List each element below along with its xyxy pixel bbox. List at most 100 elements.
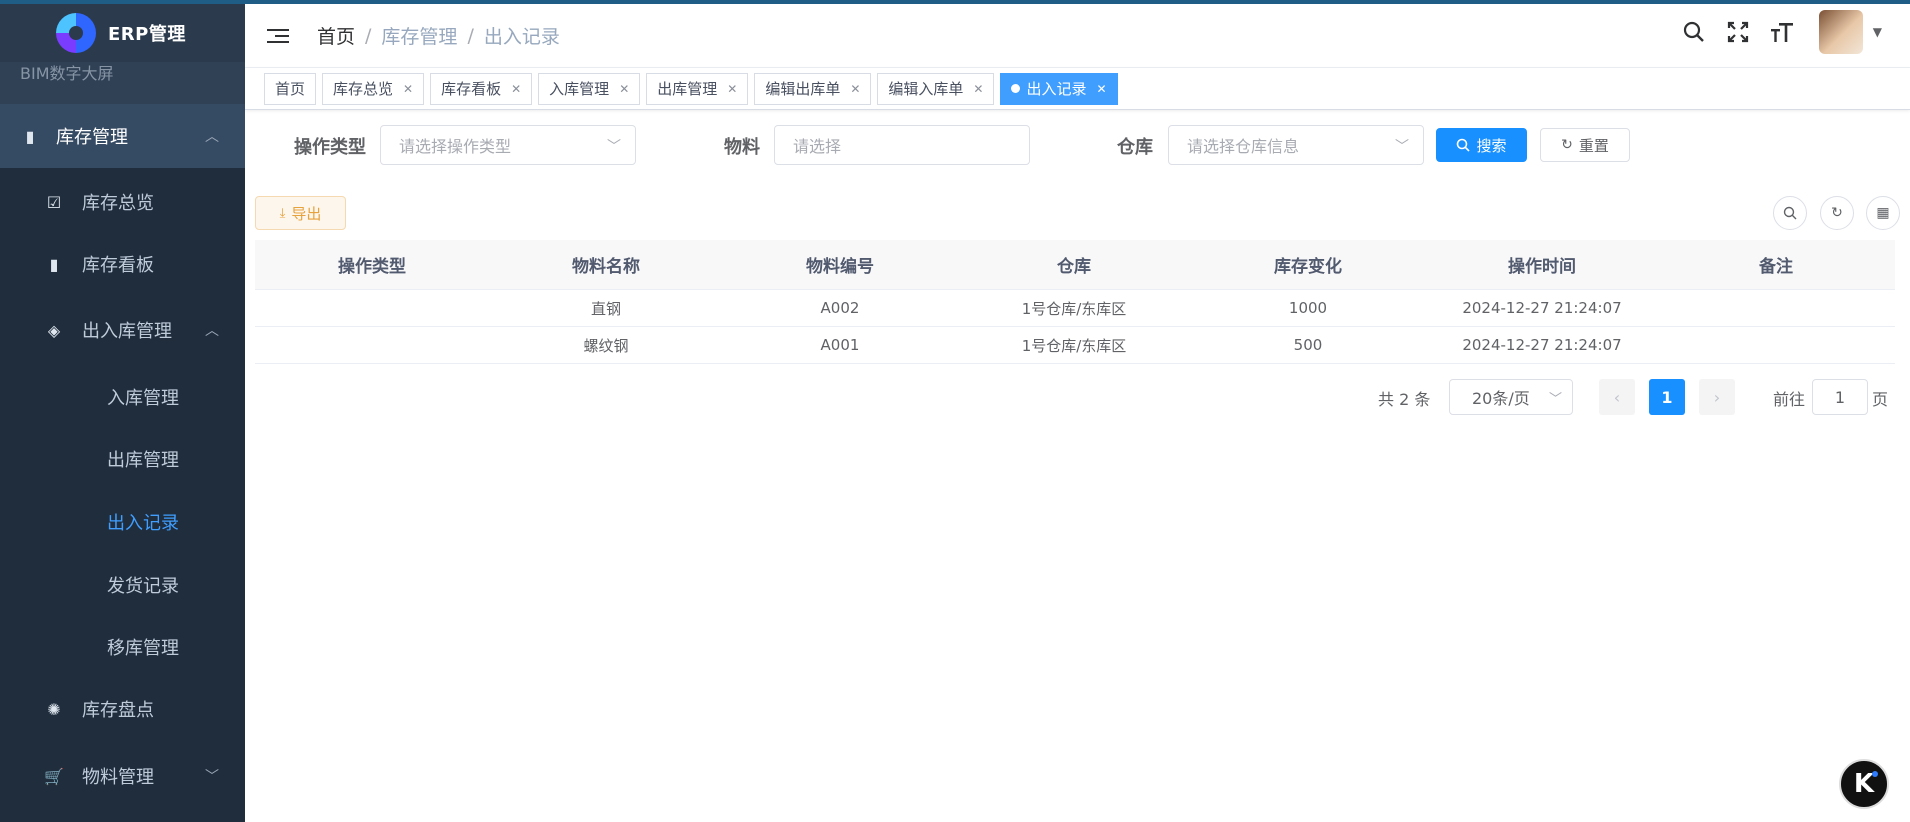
table-row[interactable]: 螺纹钢 A001 1号仓库/东库区 500 2024-12-27 21:24:0… (255, 327, 1895, 364)
refresh-button[interactable]: ↻ (1820, 196, 1854, 230)
sidebar-item-inbound[interactable]: 入库管理 (0, 371, 245, 423)
close-icon[interactable]: ✕ (727, 82, 737, 96)
tag-board[interactable]: 库存看板 ✕ (430, 72, 533, 105)
column-header: 操作类型 (338, 257, 406, 277)
sidebar-item-label: 移库管理 (107, 638, 179, 659)
table-cell: 1000 (1288, 299, 1328, 317)
chevron-right-icon: › (1713, 387, 1721, 407)
sidebar-item-shipping[interactable]: 发货记录 (0, 559, 245, 611)
table-cell: 2024-12-27 21:24:07 (1462, 299, 1622, 317)
export-button[interactable]: ⤓ 导出 (255, 196, 346, 230)
logo-icon (56, 13, 96, 53)
column-header: 库存变化 (1274, 257, 1342, 277)
tag-edit-inbound[interactable]: 编辑入库单 ✕ (877, 72, 995, 105)
tag-outbound[interactable]: 出库管理 ✕ (646, 72, 749, 105)
close-icon[interactable]: ✕ (403, 82, 413, 96)
reset-button[interactable]: ↻ 重置 (1540, 128, 1630, 162)
sidebar-item-outbound[interactable]: 出库管理 (0, 433, 245, 485)
tag-label: 编辑出库单 (765, 80, 841, 98)
sidebar-item-board[interactable]: ▮ 库存看板 (0, 238, 245, 290)
breadcrumb-item-inventory: 库存管理 (381, 26, 458, 48)
columns-button[interactable]: ▦ (1866, 196, 1900, 230)
toggle-search-button[interactable] (1773, 196, 1807, 230)
goto-page-value: 1 (1834, 387, 1846, 407)
notification-dot (1872, 771, 1878, 777)
sidebar-item-inout[interactable]: ◈ 出入库管理 ︿ (0, 304, 245, 356)
logo[interactable]: ERP管理 (0, 4, 245, 62)
sidebar-item-label: 库存总览 (82, 193, 154, 214)
page-number: 1 (1661, 387, 1673, 407)
bar-chart-icon: ▮ (25, 126, 35, 146)
tag-inbound[interactable]: 入库管理 ✕ (538, 72, 641, 105)
table-cell: 2024-12-27 21:24:07 (1462, 336, 1622, 354)
refresh-icon: ↻ (1831, 205, 1843, 221)
chevron-down-icon: ﹀ (1395, 139, 1409, 155)
breadcrumb-item-home[interactable]: 首页 (317, 22, 355, 49)
column-header: 操作时间 (1508, 257, 1576, 277)
reset-button-label: 重置 (1578, 136, 1609, 155)
tags-view: 首页 库存总览 ✕ 库存看板 ✕ 入库管理 ✕ 出库管理 ✕ 编辑出库单 ✕ 编辑入库单 ✕… (245, 68, 1910, 110)
material-input[interactable]: 请选择 (774, 125, 1030, 165)
navbar: 首页 / 库存管理 / 出入记录 ▼ (245, 4, 1910, 68)
goto-page-input[interactable]: 1 (1812, 379, 1868, 415)
op-type-label: 操作类型 (294, 137, 366, 158)
sidebar-item-label: 出库管理 (107, 450, 179, 471)
search-icon[interactable] (1681, 19, 1707, 45)
app-root: ERP管理 BIM数字大屏 ▮ 库存管理 ︿ ☑ 库存总览 ▮ 库存看板 ◈ 出… (0, 0, 1910, 822)
warehouse-label: 仓库 (1117, 137, 1153, 158)
tag-edit-outbound[interactable]: 编辑出库单 ✕ (754, 72, 872, 105)
tag-home[interactable]: 首页 (264, 72, 317, 105)
breadcrumb: 首页 / 库存管理 / 出入记录 (317, 22, 560, 49)
sidebar-item-overview[interactable]: ☑ 库存总览 (0, 176, 245, 228)
table-header: 操作类型 物料名称 物料编号 仓库 库存变化 操作时间 备注 (255, 240, 1895, 290)
next-page-button[interactable]: › (1699, 379, 1735, 415)
tag-label: 首页 (275, 80, 306, 98)
chevron-down-icon: ﹀ (1548, 392, 1562, 407)
sidebar-item-records[interactable]: 出入记录 (0, 496, 245, 548)
column-header: 备注 (1759, 257, 1793, 277)
goto-suffix: 页 (1872, 390, 1889, 409)
op-type-select[interactable]: 请选择操作类型 ﹀ (380, 125, 636, 165)
table-cell: 1号仓库/东库区 (1021, 336, 1127, 355)
sidebar-item-inventory[interactable]: ▮ 库存管理 ︿ (0, 104, 245, 168)
tag-overview[interactable]: 库存总览 ✕ (322, 72, 425, 105)
avatar[interactable] (1818, 10, 1863, 54)
warehouse-select[interactable]: 请选择仓库信息 ﹀ (1168, 125, 1424, 165)
page-size-select[interactable]: 20条/页 ﹀ (1449, 379, 1573, 415)
sidebar-item-label: 库存看板 (82, 255, 154, 276)
floating-k-button[interactable]: K (1839, 759, 1889, 809)
sidebar-item-clipped[interactable]: BIM数字大屏 (20, 60, 114, 84)
caret-down-icon[interactable]: ▼ (1873, 25, 1882, 39)
breadcrumb-separator: / (467, 24, 474, 47)
table-cell: A002 (820, 299, 860, 317)
table-cell: A001 (820, 336, 860, 354)
goto-label: 前往 (1773, 390, 1806, 409)
close-icon[interactable]: ✕ (619, 82, 629, 96)
tag-label: 出入记录 (1026, 80, 1087, 98)
search-icon (1457, 138, 1471, 152)
warehouse-placeholder: 请选择仓库信息 (1187, 137, 1300, 156)
fullscreen-icon[interactable] (1725, 19, 1751, 45)
table-row[interactable]: 直钢 A002 1号仓库/东库区 1000 2024-12-27 21:24:0… (255, 290, 1895, 327)
sidebar-item-label: 库存管理 (56, 127, 128, 148)
tag-records[interactable]: 出入记录 ✕ (1000, 72, 1118, 105)
close-icon[interactable]: ✕ (1097, 82, 1107, 96)
close-icon[interactable]: ✕ (973, 82, 983, 96)
monitor-icon: ☑ (46, 192, 62, 212)
sidebar-item-transfer[interactable]: 移库管理 (0, 621, 245, 673)
sidebar-item-material[interactable]: 🛒 物料管理 ﹀ (0, 750, 245, 802)
close-icon[interactable]: ✕ (850, 82, 860, 96)
search-button-label: 搜索 (1476, 136, 1507, 155)
close-icon[interactable]: ✕ (511, 82, 521, 96)
hamburger-icon[interactable] (267, 28, 289, 43)
tag-label: 编辑入库单 (888, 80, 964, 98)
grid-icon: ▦ (1876, 205, 1890, 221)
chevron-left-icon: ‹ (1613, 387, 1621, 407)
page-number-button[interactable]: 1 (1649, 379, 1685, 415)
font-size-icon[interactable] (1769, 19, 1795, 45)
tag-label: 入库管理 (549, 80, 610, 98)
search-button[interactable]: 搜索 (1436, 128, 1527, 162)
sidebar-item-stocktake[interactable]: ✺ 库存盘点 (0, 683, 245, 735)
op-type-placeholder: 请选择操作类型 (399, 137, 512, 156)
prev-page-button[interactable]: ‹ (1599, 379, 1635, 415)
